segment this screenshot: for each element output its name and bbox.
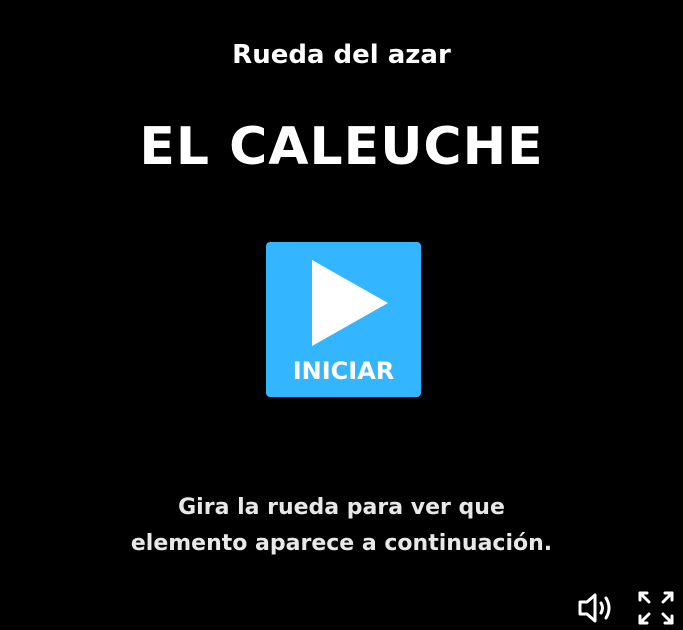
fullscreen-icon: [638, 591, 674, 625]
activity-title: EL CALEUCHE: [139, 117, 544, 177]
start-button[interactable]: INICIAR: [266, 242, 421, 397]
instructions-text: Gira la rueda para ver que elemento apar…: [0, 490, 683, 562]
fullscreen-button[interactable]: [636, 590, 676, 626]
sound-toggle-button[interactable]: [576, 590, 616, 626]
instructions-line-2: elemento aparece a continuación.: [130, 531, 553, 556]
activity-subtitle: Rueda del azar: [232, 40, 451, 70]
play-icon: [312, 260, 388, 346]
game-stage: Rueda del azar EL CALEUCHE INICIAR Gira …: [0, 0, 683, 630]
speaker-icon: [578, 593, 611, 623]
instructions-line-1: Gira la rueda para ver que: [178, 495, 505, 520]
start-button-label: INICIAR: [292, 357, 395, 385]
